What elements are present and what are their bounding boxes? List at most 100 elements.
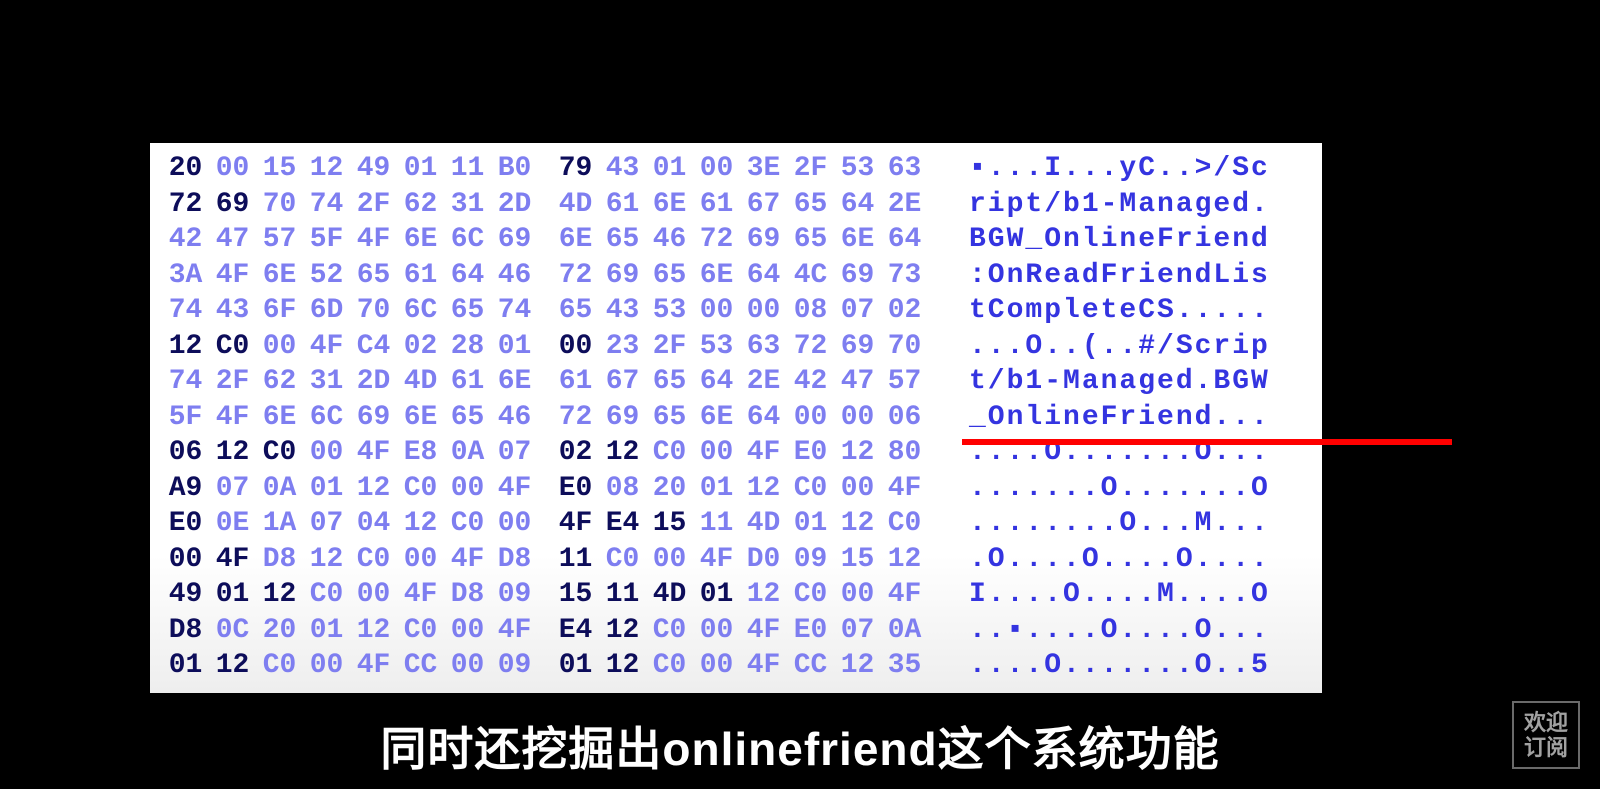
hex-byte: 57 <box>881 364 928 400</box>
hex-byte: 4F <box>740 613 787 649</box>
hex-byte: 1A <box>256 506 303 542</box>
hex-byte: 12 <box>740 471 787 507</box>
hex-byte: 28 <box>444 329 491 365</box>
hex-byte: 01 <box>693 471 740 507</box>
hex-byte: 2F <box>646 329 693 365</box>
hex-row: 490112C0004FD80915114D0112C0004FI....O..… <box>162 577 1310 613</box>
hex-byte: C0 <box>646 435 693 471</box>
hex-byte: 64 <box>740 400 787 436</box>
hex-byte: 49 <box>162 577 209 613</box>
hex-byte: 6E <box>256 258 303 294</box>
hex-byte: 12 <box>256 577 303 613</box>
caption-subtitle: 同时还挖掘出onlinefriend这个系统功能 <box>0 713 1600 779</box>
hex-byte: 11 <box>552 542 599 578</box>
hex-byte: 4F <box>397 577 444 613</box>
hex-byte: 6E <box>397 400 444 436</box>
hex-byte: 65 <box>444 400 491 436</box>
hex-byte: 4C <box>787 258 834 294</box>
hex-byte: 02 <box>881 293 928 329</box>
hex-byte: 01 <box>693 577 740 613</box>
hex-byte: 53 <box>834 151 881 187</box>
hex-byte: 12 <box>350 613 397 649</box>
hex-byte: 3E <box>740 151 787 187</box>
hex-byte: 15 <box>552 577 599 613</box>
hex-byte: 00 <box>303 648 350 684</box>
hex-byte: 53 <box>693 329 740 365</box>
hex-byte: 11 <box>693 506 740 542</box>
ascii-decoded: .O....O....O.... <box>969 542 1273 578</box>
hex-byte: 5F <box>303 222 350 258</box>
hex-byte: 69 <box>350 400 397 436</box>
hex-byte: 12 <box>209 435 256 471</box>
ascii-decoded: I....O....M....O <box>969 577 1273 613</box>
hex-byte: C4 <box>350 329 397 365</box>
watermark-line2: 订阅 <box>1524 735 1568 760</box>
hex-byte: 6D <box>303 293 350 329</box>
hex-byte: 00 <box>693 613 740 649</box>
hex-byte: 64 <box>881 222 928 258</box>
hex-byte: 4F <box>444 542 491 578</box>
hex-byte: 31 <box>444 187 491 223</box>
hex-byte: 00 <box>444 648 491 684</box>
hex-byte: C0 <box>646 648 693 684</box>
hex-byte: 00 <box>397 542 444 578</box>
ascii-decoded: ....O.......O..5 <box>969 648 1273 684</box>
hex-byte: 63 <box>740 329 787 365</box>
hex-byte: 72 <box>552 258 599 294</box>
hex-row: 726970742F62312D4D616E616765642Eript/b1-… <box>162 187 1310 223</box>
hex-byte: 74 <box>162 364 209 400</box>
hex-byte: 4D <box>552 187 599 223</box>
hex-byte: 4F <box>881 577 928 613</box>
hex-byte: 65 <box>646 258 693 294</box>
hex-byte: 4F <box>209 400 256 436</box>
hex-byte: 4D <box>740 506 787 542</box>
hex-byte: 06 <box>881 400 928 436</box>
hex-byte: 0A <box>256 471 303 507</box>
hex-byte: C0 <box>209 329 256 365</box>
hex-byte: 35 <box>881 648 928 684</box>
hex-byte: 5F <box>162 400 209 436</box>
hex-byte: 08 <box>787 293 834 329</box>
hex-byte: 00 <box>693 435 740 471</box>
hex-byte: 12 <box>834 435 881 471</box>
hex-byte: 12 <box>209 648 256 684</box>
hex-byte: 23 <box>599 329 646 365</box>
hex-byte: 00 <box>646 542 693 578</box>
hex-byte: 07 <box>303 506 350 542</box>
hex-row: 4247575F4F6E6C696E65467269656E64BGW_Onli… <box>162 222 1310 258</box>
hex-byte: 4F <box>209 258 256 294</box>
hex-byte: 01 <box>491 329 538 365</box>
hex-byte: 04 <box>350 506 397 542</box>
hex-byte: 46 <box>491 258 538 294</box>
hex-byte: 69 <box>834 329 881 365</box>
hex-byte: B0 <box>491 151 538 187</box>
hex-byte: 4F <box>491 613 538 649</box>
hex-row: 742F62312D4D616E616765642E424757t/b1-Man… <box>162 364 1310 400</box>
hex-byte: C0 <box>599 542 646 578</box>
hex-byte: 11 <box>444 151 491 187</box>
hex-byte: 72 <box>693 222 740 258</box>
hex-byte: 12 <box>303 542 350 578</box>
hex-byte: 61 <box>693 187 740 223</box>
hex-byte: 00 <box>740 293 787 329</box>
hex-byte: 4F <box>881 471 928 507</box>
hex-byte: 31 <box>303 364 350 400</box>
ascii-decoded: :OnReadFriendLis <box>969 258 1273 294</box>
hex-byte: 6C <box>444 222 491 258</box>
hex-byte: 12 <box>599 435 646 471</box>
ascii-decoded: ▪...I...yC..>/Sc <box>969 151 1273 187</box>
hex-byte: 79 <box>552 151 599 187</box>
hex-byte: 65 <box>787 222 834 258</box>
hex-byte: 47 <box>834 364 881 400</box>
hex-byte: E8 <box>397 435 444 471</box>
hex-byte: 6E <box>693 400 740 436</box>
hex-byte: 70 <box>350 293 397 329</box>
hex-byte: 01 <box>209 577 256 613</box>
hex-byte: 61 <box>444 364 491 400</box>
hex-byte: 00 <box>693 648 740 684</box>
hex-byte: 15 <box>834 542 881 578</box>
hex-byte: 06 <box>162 435 209 471</box>
hex-byte: 01 <box>303 613 350 649</box>
hex-dump-panel: 20001512490111B0794301003E2F5363▪...I...… <box>150 143 1322 693</box>
hex-byte: E0 <box>162 506 209 542</box>
